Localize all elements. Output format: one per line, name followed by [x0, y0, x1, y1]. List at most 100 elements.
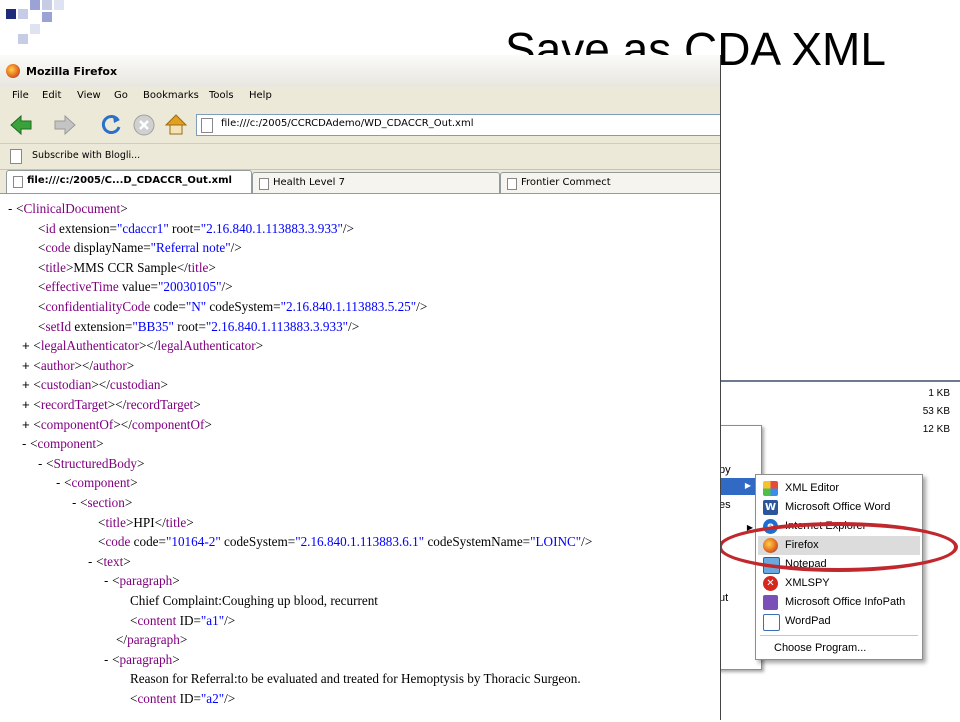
xml-tag-name: component [37, 436, 97, 452]
collapse-toggle[interactable]: - [38, 456, 46, 471]
xml-attribute-name: displayName= [70, 240, 151, 256]
collapse-toggle[interactable]: - [88, 554, 96, 569]
xml-bracket: < [33, 338, 41, 354]
menu-go[interactable]: Go [114, 90, 128, 101]
xml-tag-name: setId [45, 318, 72, 334]
sub-item-label: WordPad [785, 615, 831, 627]
word-icon: W [763, 500, 778, 515]
xml-bracket: > [208, 259, 216, 275]
xml-attribute-value: "BB35" [132, 318, 174, 334]
menu-edit[interactable]: Edit [42, 90, 61, 101]
expand-toggle[interactable]: + [22, 397, 33, 412]
xml-tag-name: title [105, 514, 126, 530]
xml-bracket: </ [115, 397, 127, 412]
tab-label: Frontier Commect [521, 177, 611, 188]
xml-tag-name: id [45, 220, 56, 236]
expand-toggle[interactable]: + [22, 417, 33, 432]
firefox-icon [6, 64, 20, 78]
back-button[interactable] [8, 112, 34, 138]
xml-text-node: MMS CCR Sample [73, 259, 177, 275]
expand-toggle[interactable]: + [22, 338, 33, 353]
address-bar[interactable]: file:///c:/2005/CCRCDAdemo/WD_CDACCR_Out… [196, 114, 720, 136]
xml-tag-name: code [45, 240, 71, 256]
menu-view[interactable]: View [77, 90, 101, 101]
xml-bracket: < [33, 357, 41, 373]
collapse-toggle[interactable]: - [104, 652, 112, 667]
xml-tag-name: author [93, 357, 127, 373]
sub-item-label: Microsoft Office Word [785, 501, 891, 513]
xml-line: <content ID="a2"/> [130, 690, 235, 708]
xml-tag-name: paragraph [119, 651, 173, 667]
menu-bookmarks[interactable]: Bookmarks [143, 90, 199, 101]
xml-bracket: > [255, 338, 264, 354]
xml-line: - <ClinicalDocument> [8, 200, 128, 218]
xml-bracket: </ [176, 259, 188, 275]
xml-bracket: > [96, 436, 104, 452]
xml-bracket: /> [342, 220, 354, 236]
xml-tag-name: section [87, 495, 125, 510]
xml-line: - <component> [56, 474, 138, 492]
sub-item-label: Microsoft Office InfoPath [785, 596, 906, 608]
back-arrow-icon [10, 114, 32, 136]
collapse-toggle[interactable]: - [56, 475, 64, 490]
open-with-wordpad[interactable]: WordPad [758, 612, 920, 631]
xml-bracket: </ [120, 416, 132, 432]
xml-attribute-value: "2.16.840.1.113883.5.25" [280, 299, 417, 314]
file-size: 53 KB [922, 406, 950, 417]
xml-attribute-value: "a1" [200, 612, 225, 628]
navigation-toolbar: file:///c:/2005/CCRCDAdemo/WD_CDACCR_Out… [0, 107, 720, 141]
xml-attribute-value: "Referral note" [150, 240, 231, 256]
page-icon [259, 178, 269, 190]
collapse-toggle[interactable]: - [104, 573, 112, 588]
menu-tools[interactable]: Tools [209, 90, 234, 101]
xml-bracket: </ [116, 632, 128, 648]
xml-bracket: > [130, 475, 138, 491]
sub-item-label: XML Editor [785, 482, 840, 494]
xml-attribute-name: extension= [55, 220, 117, 236]
open-with-infopath[interactable]: Microsoft Office InfoPath [758, 593, 920, 612]
xml-line: <content ID="a1"/> [130, 612, 235, 630]
forward-button[interactable] [52, 112, 78, 138]
xml-attribute-value: "10164-2" [165, 534, 221, 550]
xml-line: <confidentialityCode code="N" codeSystem… [38, 298, 427, 316]
xml-bracket: </ [98, 377, 110, 393]
xml-attribute-value: "LOINC" [530, 534, 582, 550]
collapse-toggle[interactable]: - [72, 495, 80, 510]
xml-line: - <text> [88, 553, 131, 571]
expand-toggle[interactable]: + [22, 377, 33, 392]
xml-text-node: HPI [133, 514, 155, 530]
xml-bracket: /> [348, 318, 360, 334]
expand-toggle[interactable]: + [22, 358, 33, 373]
xml-attribute-name: codeSystem= [220, 534, 296, 550]
choose-program[interactable]: Choose Program... [758, 639, 920, 658]
xml-line: - <paragraph> [104, 651, 180, 669]
xml-bracket: < [64, 475, 72, 491]
open-with-xmlspy[interactable]: ✕ XMLSPY [758, 574, 920, 593]
menu-file[interactable]: File [12, 90, 29, 101]
xml-tag-name: ClinicalDocument [23, 201, 121, 216]
stop-button[interactable] [131, 112, 157, 138]
collapse-toggle[interactable]: - [22, 436, 30, 451]
slide-decoration [0, 0, 80, 60]
xml-tag-name: legalAuthenticator [40, 338, 139, 354]
title-bar: Mozilla Firefox [0, 55, 720, 87]
open-with-xml-editor[interactable]: XML Editor [758, 479, 920, 498]
xml-content: - <ClinicalDocument> <id extension="cdacc… [0, 193, 720, 720]
page-icon [13, 176, 23, 188]
xml-tag-name: componentOf [40, 416, 114, 432]
xml-tag-name: author [40, 357, 75, 373]
home-button[interactable] [163, 112, 189, 138]
open-with-word[interactable]: W Microsoft Office Word [758, 498, 920, 517]
xml-bracket: < [33, 397, 41, 412]
reload-button[interactable] [98, 112, 124, 138]
xml-bracket: > [137, 455, 145, 471]
tab-frontier[interactable]: Frontier Commect [500, 172, 720, 193]
tab-health-level-7[interactable]: Health Level 7 [252, 172, 500, 193]
xml-bracket: < [30, 436, 38, 452]
bookmark-item[interactable]: Subscribe with Blogli... [32, 150, 140, 161]
collapse-toggle[interactable]: - [8, 201, 16, 216]
tab-xml-file[interactable]: file:///c:/2005/C...D_CDACCR_Out.xml [6, 170, 252, 194]
menu-help[interactable]: Help [249, 90, 272, 101]
xml-bracket: </ [154, 514, 166, 530]
xml-tag-name: paragraph [127, 632, 180, 648]
